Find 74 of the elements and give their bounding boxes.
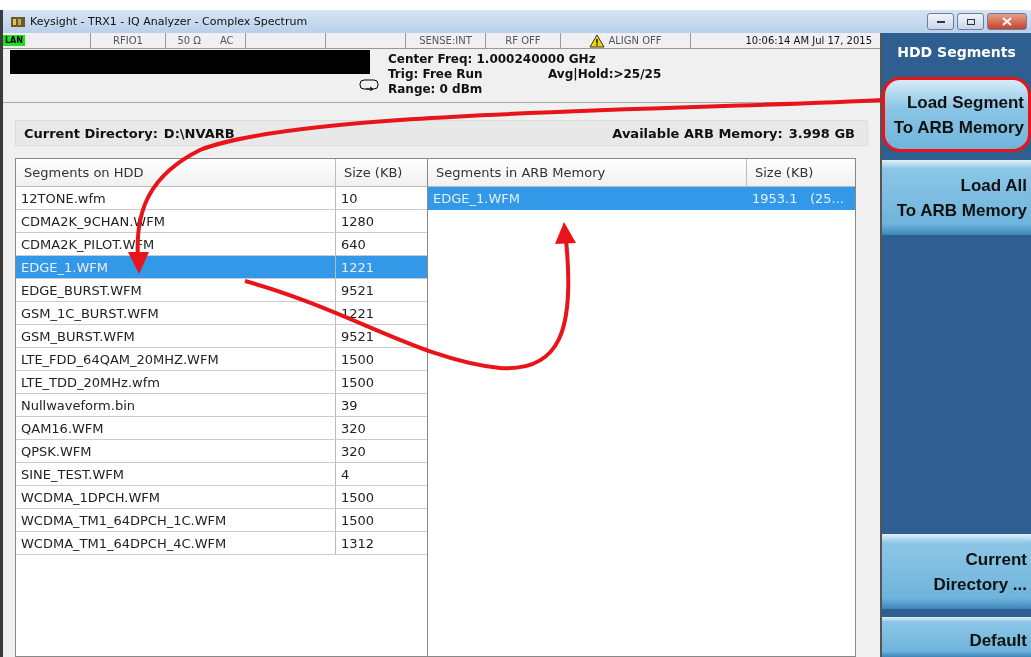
menu-title: HDD Segments [896, 43, 1017, 62]
table-row[interactable]: SINE_TEST.WFM 4 [16, 463, 427, 486]
warning-icon [589, 33, 606, 48]
directory-value: D:\NVARB [163, 125, 235, 141]
file-name-cell: LTE_TDD_20MHz.wfm [16, 371, 336, 393]
file-name-cell: EDGE_BURST.WFM [16, 279, 336, 301]
size-cell-text: 9521 [340, 327, 376, 346]
minimize-button[interactable] [927, 13, 954, 30]
close-icon [1002, 17, 1012, 26]
size-cell-text: 320 [340, 442, 367, 461]
table-row[interactable]: EDGE_BURST.WFM 9521 [16, 279, 427, 302]
restore-icon [965, 17, 976, 26]
loop-icon [359, 79, 379, 91]
softkey-button[interactable]: Current Directory ... [882, 534, 1031, 609]
file-name-cell: WCDMA_TM1_64DPCH_4C.WFM [16, 532, 336, 554]
file-name-cell: QPSK.WFM [16, 440, 336, 462]
size-cell-text: 1500 [340, 488, 376, 507]
size-cell-text: 1953.1 (25... [751, 190, 845, 208]
size-cell-text: 1500 [340, 511, 376, 530]
restore-button[interactable] [957, 13, 984, 30]
table-row[interactable]: LTE_FDD_64QAM_20MHZ.WFM 1500 [16, 348, 427, 371]
memory-value: 3.998 GB [788, 125, 855, 141]
status-text: RFIO1 [113, 35, 143, 46]
size-cell-text: 1221 [340, 258, 376, 277]
softkey-button[interactable]: Load All To ARB Memory [882, 160, 1031, 235]
file-name-cell: WCDMA_1DPCH.WFM [16, 486, 336, 508]
status-text: 50 Ω [177, 35, 201, 46]
app-icon [11, 15, 25, 28]
size-cell-text: 9521 [340, 281, 376, 300]
status-text: RF OFF [505, 35, 541, 46]
softkey-button[interactable]: Default [882, 617, 1031, 657]
file-name-cell: GSM_1C_BURST.WFM [16, 302, 336, 324]
table-row[interactable]: QAM16.WFM 320 [16, 417, 427, 440]
table-row[interactable]: LTE_TDD_20MHz.wfm 1500 [16, 371, 427, 394]
size-cell-text: 640 [340, 235, 367, 254]
directory-label: Current Directory: [24, 125, 158, 141]
window-title: Keysight - TRX1 - IQ Analyzer - Complex Spectrum [30, 15, 308, 28]
table-row[interactable]: GSM_BURST.WFM 9521 [16, 325, 427, 348]
table-row[interactable]: 12TONE.wfm 10 [16, 187, 427, 210]
softkey-button[interactable]: Load Segment To ARB Memory [882, 77, 1031, 152]
status-text: SENSE:INT [419, 35, 472, 46]
table-row[interactable]: Nullwaveform.bin 39 [16, 394, 427, 417]
table-row[interactable]: QPSK.WFM 320 [16, 440, 427, 463]
column-header[interactable]: Segments on HDD [16, 159, 336, 186]
size-cell-text: 1280 [340, 212, 376, 231]
size-cell-text: 1312 [340, 534, 376, 553]
size-cell-text: 320 [340, 419, 367, 438]
range-text: Range: 0 dBm [388, 82, 483, 96]
table-row[interactable]: WCDMA_TM1_64DPCH_4C.WFM 1312 [16, 532, 427, 555]
table-row[interactable]: WCDMA_TM1_64DPCH_1C.WFM 1500 [16, 509, 427, 532]
file-name-cell: LTE_FDD_64QAM_20MHZ.WFM [16, 348, 336, 370]
size-cell-text: 39 [340, 396, 359, 415]
size-cell-text: 10 [340, 189, 359, 208]
size-cell-text: 1500 [340, 350, 376, 369]
status-text: ALIGN OFF [608, 35, 662, 46]
file-name-cell: SINE_TEST.WFM [16, 463, 336, 485]
avg-hold-text: Avg|Hold:>25/25 [548, 67, 662, 81]
close-button[interactable] [987, 13, 1027, 30]
memory-label: Available ARB Memory: [612, 125, 783, 141]
size-cell-text: 1500 [340, 373, 376, 392]
center-freq-text: Center Freq: 1.000240000 GHz [388, 52, 596, 66]
file-name-cell: Nullwaveform.bin [16, 394, 336, 416]
lan-indicator: LAN [3, 35, 25, 46]
file-name-cell: WCDMA_TM1_64DPCH_1C.WFM [16, 509, 336, 531]
file-name-cell: GSM_BURST.WFM [16, 325, 336, 347]
size-cell-text: 4 [340, 465, 351, 484]
file-name-cell: 12TONE.wfm [16, 187, 336, 209]
table-row[interactable]: WCDMA_1DPCH.WFM 1500 [16, 486, 427, 509]
file-name-cell-text: EDGE_1.WFM [432, 190, 521, 208]
file-name-cell: QAM16.WFM [16, 417, 336, 439]
column-header[interactable]: Segments in ARB Memory [428, 159, 747, 186]
status-text: AC [219, 35, 234, 46]
status-text: 10:06:14 AM Jul 17, 2015 [745, 35, 872, 46]
trigger-text: Trig: Free Run [388, 67, 484, 82]
